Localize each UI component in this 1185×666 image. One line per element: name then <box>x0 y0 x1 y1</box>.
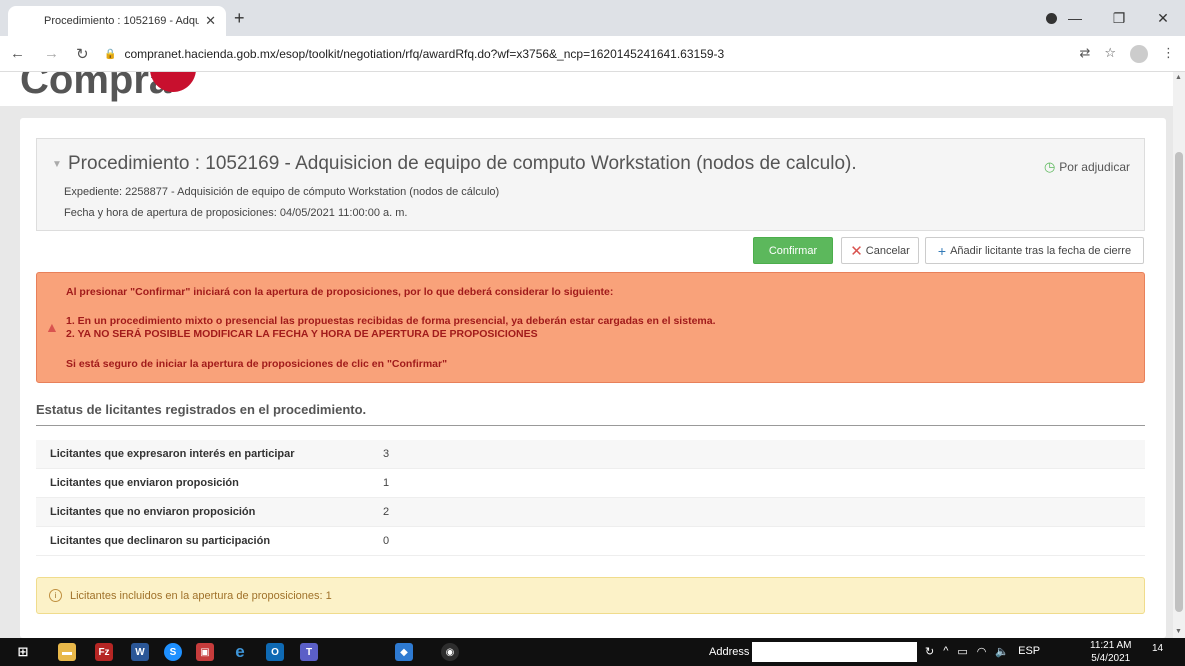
url-text: compranet.hacienda.gob.mx/esop/toolkit/n… <box>124 47 725 61</box>
word-icon[interactable]: W <box>131 643 149 661</box>
volume-icon[interactable]: 🔈 <box>995 645 1009 658</box>
table-row: Licitantes que declinaron su participaci… <box>36 527 1145 556</box>
browser-toolbar: ← → ↻ 🔒 compranet.hacienda.gob.mx/esop/t… <box>0 36 1185 72</box>
menu-icon[interactable]: ⋮ <box>1162 45 1175 63</box>
stat-value: 1 <box>383 477 390 489</box>
new-tab-icon[interactable]: + <box>234 8 245 29</box>
clock-date: 5/4/2021 <box>1091 653 1131 664</box>
notification-icon[interactable]: 14 <box>1152 643 1170 661</box>
windows-taskbar: ⊞ ▬ Fz W S ▣ e O T ◆ ◉ Address ↻ ^ ▭ ◠ 🔈… <box>0 638 1185 666</box>
stat-label: Licitantes que expresaron interés en par… <box>50 448 295 460</box>
alert-line-1: Al presionar "Confirmar" iniciará con la… <box>66 286 614 298</box>
clock-time: 11:21 AM <box>1090 640 1132 651</box>
confirm-label: Confirmar <box>768 244 818 257</box>
back-icon[interactable]: ← <box>10 45 25 62</box>
outlook-icon[interactable]: O <box>266 643 284 661</box>
tab-title: Procedimiento : 1052169 - Adqu <box>44 15 200 27</box>
windows-start-icon[interactable]: ⊞ <box>14 643 32 661</box>
scroll-up-icon[interactable]: ▲ <box>1175 74 1182 81</box>
clock-icon: ◷ <box>1043 159 1056 174</box>
forward-icon[interactable]: → <box>44 45 59 62</box>
info-text: Licitantes incluidos en la apertura de p… <box>70 589 332 602</box>
collapse-caret-icon[interactable]: ▼ <box>52 159 62 170</box>
stat-label: Licitantes que enviaron proposición <box>50 477 239 489</box>
add-bidder-label: Añadir licitante tras la fecha de cierre <box>950 244 1132 257</box>
wifi-icon[interactable]: ◠ <box>977 645 987 658</box>
notification-count: 14 <box>1152 643 1164 654</box>
account-avatar[interactable] <box>1130 45 1148 63</box>
alert-line-3: 2. YA NO SERÁ POSIBLE MODIFICAR LA FECHA… <box>66 328 538 340</box>
tray-chevron-icon[interactable]: ^ <box>943 645 948 658</box>
restore-icon[interactable]: ❐ <box>1097 10 1141 27</box>
table-row: Licitantes que expresaron interés en par… <box>36 440 1145 469</box>
refresh-tray-icon[interactable]: ↻ <box>925 645 934 658</box>
table-row: Licitantes que enviaron proposición 1 <box>36 469 1145 498</box>
taskbar-clock[interactable]: 11:21 AM 5/4/2021 <box>1090 639 1132 665</box>
site-logo: Compra <box>20 72 172 102</box>
file-explorer-icon[interactable]: ▬ <box>58 643 76 661</box>
stats-section-title: Estatus de licitantes registrados en el … <box>36 402 367 417</box>
minimize-icon[interactable]: — <box>1053 10 1097 26</box>
alert-line-4: Si está seguro de iniciar la apertura de… <box>66 358 448 370</box>
section-divider <box>36 425 1145 426</box>
skype-icon[interactable]: S <box>164 643 182 661</box>
teams-icon[interactable]: T <box>300 643 318 661</box>
network-icon[interactable]: ▭ <box>957 645 967 658</box>
procedure-expediente: Expediente: 2258877 - Adquisición de equ… <box>64 186 500 198</box>
scroll-down-icon[interactable]: ▼ <box>1175 628 1182 635</box>
cancel-x-icon: ✕ <box>850 242 863 260</box>
confirm-button[interactable]: Confirmar <box>753 237 833 264</box>
procedure-header: ▼ Procedimiento : 1052169 - Adquisicion … <box>36 138 1145 231</box>
tab-close-icon[interactable]: ✕ <box>205 13 216 29</box>
stat-value: 3 <box>383 448 390 460</box>
info-alert: i Licitantes incluidos en la apertura de… <box>36 577 1145 614</box>
lock-icon: 🔒 <box>104 48 117 60</box>
stats-table: Licitantes que expresaron interés en par… <box>36 440 1145 556</box>
toolbar-icons: ⇄ ☆ ⋮ <box>1079 45 1175 63</box>
table-row: Licitantes que no enviaron proposición 2 <box>36 498 1145 527</box>
filezilla-icon[interactable]: Fz <box>95 643 113 661</box>
warning-icon: ▲ <box>45 319 59 335</box>
reload-icon[interactable]: ↻ <box>76 45 89 63</box>
stat-label: Licitantes que no enviaron proposición <box>50 506 256 518</box>
language-indicator[interactable]: ESP <box>1018 645 1040 658</box>
info-icon: i <box>49 589 62 602</box>
cancel-button[interactable]: ✕ Cancelar <box>841 237 919 264</box>
warning-alert: ▲ Al presionar "Confirmar" iniciará con … <box>36 272 1145 383</box>
procedure-title: Procedimiento : 1052169 - Adquisicion de… <box>68 153 857 174</box>
translate-icon[interactable]: ⇄ <box>1079 45 1090 63</box>
plus-icon: + <box>937 242 947 259</box>
status-badge: ◷ Por adjudicar <box>1044 159 1130 175</box>
address-bar[interactable]: 🔒 compranet.hacienda.gob.mx/esop/toolkit… <box>104 41 1044 67</box>
page-viewport: Compra ▼ Procedimiento : 1052169 - Adqui… <box>0 72 1173 638</box>
close-window-icon[interactable]: ✕ <box>1141 10 1185 27</box>
app-icon[interactable]: ▣ <box>196 643 214 661</box>
cancel-label: Cancelar <box>865 244 910 257</box>
system-tray: ↻ ^ ▭ ◠ 🔈 ESP <box>925 645 1040 658</box>
status-label: Por adjudicar <box>1059 160 1130 174</box>
taskbar-address-input[interactable] <box>752 642 917 662</box>
procedure-card: ▼ Procedimiento : 1052169 - Adquisicion … <box>20 118 1166 638</box>
scroll-thumb[interactable] <box>1175 152 1183 612</box>
site-header: Compra <box>0 72 1173 106</box>
dropbox-icon[interactable]: ◆ <box>395 643 413 661</box>
taskbar-address-label: Address <box>709 646 750 658</box>
stat-value: 2 <box>383 506 390 518</box>
star-icon[interactable]: ☆ <box>1104 45 1116 63</box>
stat-label: Licitantes que declinaron su participaci… <box>50 535 271 547</box>
procedure-opening-date: Fecha y hora de apertura de proposicione… <box>64 207 408 219</box>
browser-tabbar: Procedimiento : 1052169 - Adqu ✕ + — ❐ ✕ <box>0 0 1185 36</box>
chrome-icon[interactable]: ◉ <box>441 643 459 661</box>
alert-line-2: 1. En un procedimiento mixto o presencia… <box>66 315 716 327</box>
window-controls: — ❐ ✕ <box>1053 0 1185 36</box>
page-scrollbar[interactable]: ▲ ▼ <box>1173 72 1185 638</box>
add-bidder-button[interactable]: + Añadir licitante tras la fecha de cier… <box>925 237 1144 264</box>
internet-explorer-icon[interactable]: e <box>231 642 249 661</box>
browser-tab[interactable]: Procedimiento : 1052169 - Adqu ✕ <box>8 6 226 36</box>
stat-value: 0 <box>383 535 390 547</box>
